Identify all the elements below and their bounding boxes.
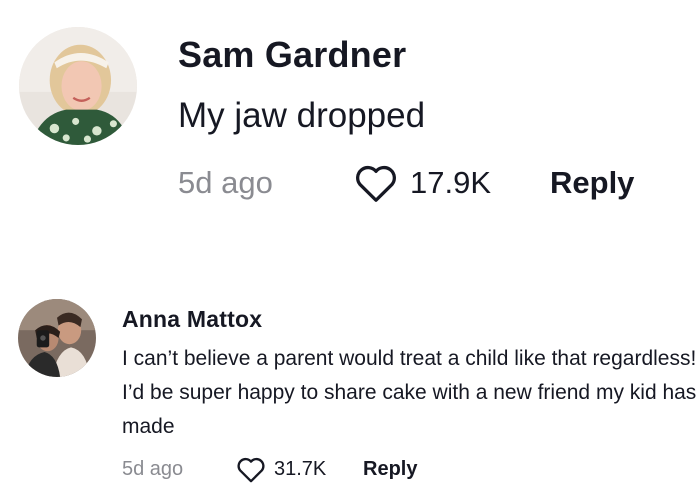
comment-item: Sam Gardner My jaw dropped 5d ago 17.9K …: [0, 0, 700, 240]
comment-meta: 5d ago 31.7K Reply: [122, 456, 417, 483]
comment-text: My jaw dropped: [178, 96, 426, 135]
comment-meta: 5d ago 17.9K Reply: [178, 163, 634, 203]
avatar[interactable]: [18, 299, 96, 377]
reply-button[interactable]: Reply: [550, 165, 634, 201]
reply-button[interactable]: Reply: [363, 458, 417, 481]
comment-timestamp: 5d ago: [122, 458, 184, 480]
comment-text: I can’t believe a parent would treat a c…: [122, 347, 697, 438]
comment-timestamp: 5d ago: [178, 165, 273, 200]
comment-author[interactable]: Sam Gardner: [178, 34, 406, 76]
avatar-image: [18, 299, 96, 377]
comment-item: Anna Mattox I can’t believe a parent wou…: [0, 290, 700, 489]
like-count: 17.9K: [410, 165, 492, 200]
like-count: 31.7K: [274, 458, 327, 480]
heart-icon: [356, 165, 396, 202]
avatar-image: [19, 27, 137, 145]
like-button[interactable]: 17.9K: [354, 163, 550, 203]
comment-author[interactable]: Anna Mattox: [122, 306, 262, 333]
like-button[interactable]: 31.7K: [236, 456, 363, 483]
avatar[interactable]: [19, 27, 137, 145]
heart-icon: [237, 457, 265, 483]
